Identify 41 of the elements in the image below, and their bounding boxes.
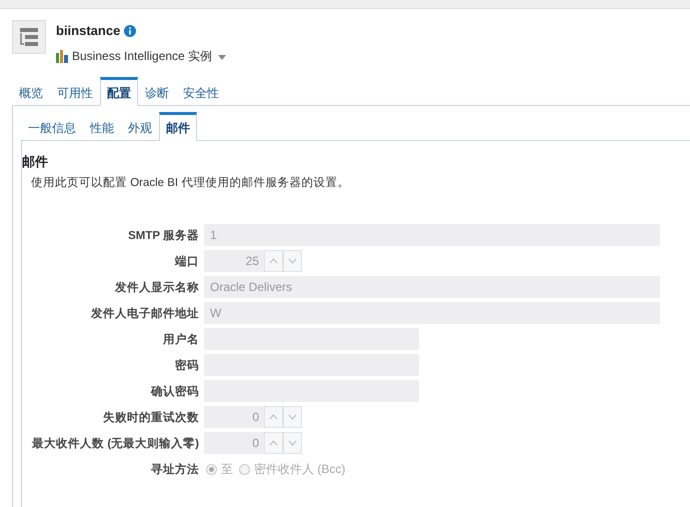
increment-button[interactable] bbox=[264, 250, 283, 272]
field-label: SMTP 服务器 bbox=[127, 228, 199, 242]
tab[interactable]: 一般信息 bbox=[21, 112, 83, 141]
chevron-up-icon bbox=[269, 414, 278, 420]
field-label: 用户名 bbox=[162, 332, 199, 346]
decrement-button[interactable] bbox=[283, 406, 302, 428]
field-label: 寻址方法 bbox=[150, 462, 199, 476]
chevron-up-icon bbox=[269, 440, 278, 446]
field-label: 发件人电子邮件地址 bbox=[90, 306, 199, 320]
server-icon bbox=[12, 20, 46, 54]
tab[interactable]: 可用性 bbox=[50, 77, 100, 106]
chevron-down-icon bbox=[288, 414, 297, 420]
field-label: 最大收件人数 (无最大则输入零) bbox=[31, 436, 199, 450]
tab[interactable]: 邮件 bbox=[159, 112, 197, 141]
field-label: 确认密码 bbox=[150, 384, 199, 398]
tab[interactable]: 诊断 bbox=[138, 77, 176, 106]
field-label: 密码 bbox=[174, 358, 199, 372]
chevron-down-icon bbox=[288, 440, 297, 446]
field-label: 失败时的重试次数 bbox=[102, 410, 199, 424]
field-label: 端口 bbox=[174, 254, 199, 268]
tab[interactable]: 性能 bbox=[83, 112, 121, 141]
radio-button[interactable] bbox=[206, 464, 217, 474]
section-title: 邮件 bbox=[22, 153, 49, 171]
tab[interactable]: 外观 bbox=[121, 112, 159, 141]
caret-icon bbox=[217, 52, 228, 60]
field-label: 发件人显示名称 bbox=[114, 280, 199, 294]
tab[interactable]: 概览 bbox=[12, 77, 50, 106]
chevron-up-icon bbox=[269, 258, 278, 264]
increment-button[interactable] bbox=[264, 406, 283, 428]
tab[interactable]: 配置 bbox=[100, 77, 138, 106]
instance-title: biinstance bbox=[56, 23, 120, 38]
decrement-button[interactable] bbox=[283, 432, 302, 454]
radio-button[interactable] bbox=[239, 464, 250, 474]
target-menu[interactable]: Business Intelligence 实例 bbox=[72, 48, 228, 65]
section-description: 使用此页可以配置 Oracle BI 代理使用的邮件服务器的设置。 bbox=[30, 176, 350, 190]
info-icon[interactable] bbox=[124, 24, 136, 36]
increment-button[interactable] bbox=[264, 432, 283, 454]
tab[interactable]: 安全性 bbox=[176, 77, 226, 106]
bar-chart-icon bbox=[56, 50, 69, 63]
chevron-down-icon bbox=[288, 258, 297, 264]
decrement-button[interactable] bbox=[283, 250, 302, 272]
